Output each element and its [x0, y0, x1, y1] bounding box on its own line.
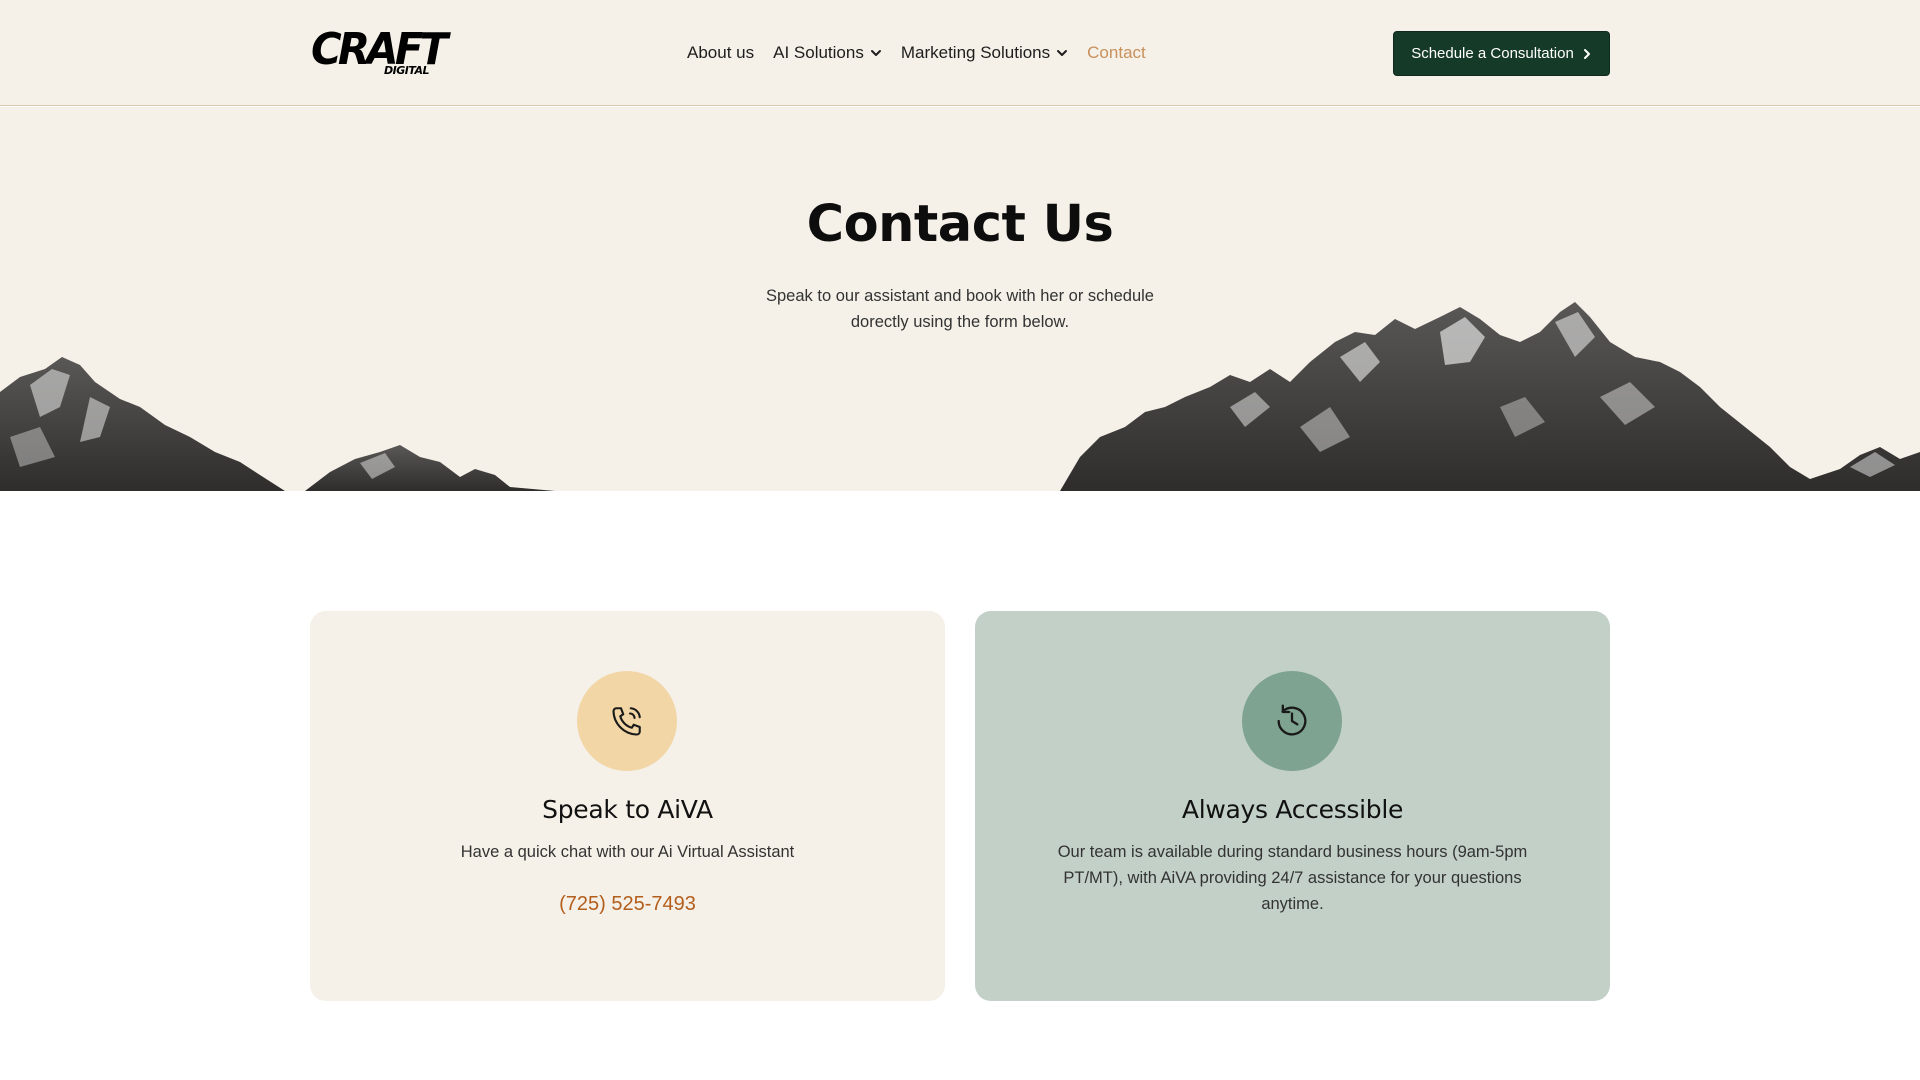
nav-item-label: Marketing Solutions: [900, 43, 1051, 62]
nav-item-contact[interactable]: Contact: [1087, 43, 1146, 63]
phone-icon-circle: [577, 671, 677, 771]
phone-icon: [612, 707, 641, 736]
nav-item-label: Contact: [1087, 43, 1146, 62]
craft-digital-logo[interactable]: CRAFT DIGITAL: [311, 28, 448, 78]
card-description: Have a quick chat with our Ai Virtual As…: [460, 843, 795, 861]
speak-to-aiva-card: Speak to AiVA Have a quick chat with our…: [310, 611, 945, 1001]
page-title: Contact Us: [806, 195, 1114, 254]
chevron-down-icon: [1057, 50, 1068, 56]
history-icon-circle: [1242, 671, 1342, 771]
nav-item-marketing-solutions[interactable]: Marketing Solutions: [901, 43, 1068, 63]
chevron-right-icon: [1583, 48, 1590, 59]
history-icon: [1277, 704, 1307, 736]
hero-section: Contact Us Speak to our assistant and bo…: [0, 107, 1920, 491]
schedule-consultation-button[interactable]: Schedule a Consultation: [1393, 31, 1610, 76]
nav-item-ai-solutions[interactable]: AI Solutions: [773, 43, 882, 63]
main-nav: About us AI Solutions Marketing Solution…: [687, 40, 1146, 66]
phone-number-link[interactable]: (725) 525-7493: [310, 893, 945, 916]
always-accessible-card: Always Accessible Our team is available …: [975, 611, 1610, 1001]
nav-item-label: About us: [687, 43, 755, 62]
card-title: Always Accessible: [1181, 795, 1404, 824]
card-description: Our team is available during standard bu…: [1057, 843, 1528, 913]
logo-subtext: DIGITAL: [383, 64, 430, 77]
nav-item-about-us[interactable]: About us: [687, 43, 754, 63]
nav-item-label: AI Solutions: [773, 43, 864, 62]
card-title: Speak to AiVA: [542, 795, 713, 824]
page-subtitle: Speak to our assistant and book with her…: [766, 287, 1154, 331]
chevron-down-icon: [870, 50, 881, 56]
cta-label: Schedule a Consultation: [1411, 45, 1574, 62]
site-header: CRAFT DIGITAL About us AI Solutions Mark…: [0, 0, 1920, 106]
